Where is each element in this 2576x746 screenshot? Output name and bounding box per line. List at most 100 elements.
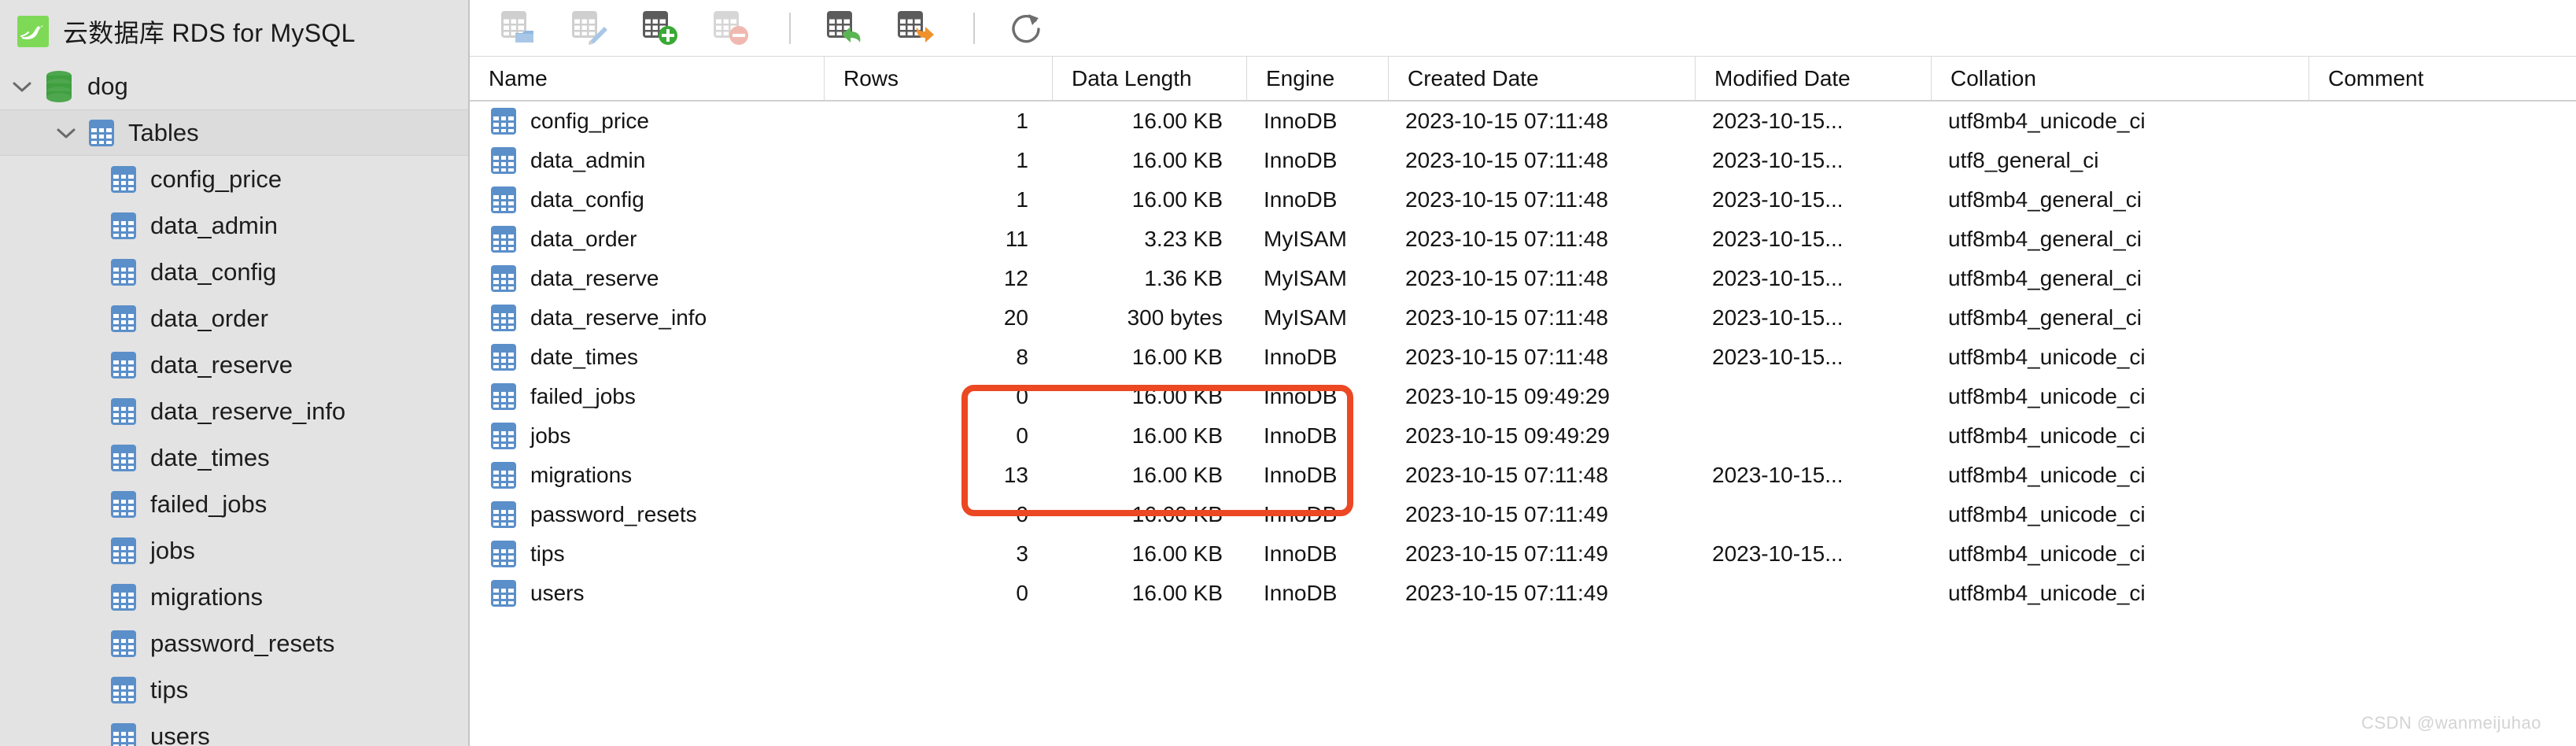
grid-column-header[interactable]: Collation [1931,56,2308,101]
cell-data-length: 16.00 KB [1131,148,1223,172]
table-name-label: migrations [530,463,633,487]
cell-data-length: 16.00 KB [1131,463,1223,487]
sidebar-item-table[interactable]: data_admin [0,202,468,249]
cell-name[interactable]: data_reserve [470,259,824,298]
table-name-label: data_reserve_info [530,305,707,330]
sidebar-item-table[interactable]: config_price [0,156,468,202]
cell-comment [2308,574,2576,613]
sidebar-item-table[interactable]: date_times [0,434,468,481]
cell-comment [2308,456,2576,495]
table-row[interactable]: failed_jobs 0 16.00 KB InnoDB 2023-10-15 09:… [470,377,2576,416]
table-name-label: config_price [530,109,649,133]
new-table-button[interactable] [627,5,690,52]
design-table-button[interactable] [556,5,619,52]
sidebar-item-table[interactable]: password_resets [0,620,468,667]
table-row[interactable]: jobs 0 16.00 KB InnoDB 2023-10-15 09:49:29 ut… [470,416,2576,456]
table-name-label: data_order [530,227,637,251]
cell-engine: MyISAM [1264,305,1347,330]
table-row[interactable]: password_resets 0 16.00 KB InnoDB 2023-10-15… [470,495,2576,534]
sidebar-table-label: users [150,722,210,746]
cell-created-date: 2023-10-15 07:11:48 [1405,109,1608,133]
sidebar-item-table[interactable]: data_order [0,295,468,342]
grid-column-header[interactable]: Data Length [1052,56,1246,101]
table-name-label: data_reserve [530,266,659,290]
refresh-button[interactable] [995,5,1058,52]
cell-name[interactable]: tips [470,534,824,574]
table-grid-icon [110,490,137,519]
cell-name[interactable]: data_reserve_info [470,298,824,338]
table-row[interactable]: tips 3 16.00 KB InnoDB 2023-10-15 07:11:49 20… [470,534,2576,574]
sidebar-item-table[interactable]: migrations [0,574,468,620]
table-grid-icon [110,258,137,286]
sidebar-item-table[interactable]: data_reserve [0,342,468,388]
table-grid-icon [490,304,517,332]
cell-rows: 3 [1016,541,1028,566]
cell-name[interactable]: password_resets [470,495,824,534]
export-wizard-button[interactable] [882,5,945,52]
grid-column-header[interactable]: Created Date [1388,56,1695,101]
sidebar-item-tables[interactable]: Tables [0,109,468,156]
table-grid-icon [110,583,137,611]
database-cylinder-icon [44,69,74,104]
chevron-down-icon[interactable] [44,127,88,139]
cell-modified-date [1695,495,1931,534]
sidebar-table-label: data_reserve [150,350,293,379]
cell-modified-date: 2023-10-15... [1712,305,1843,330]
table-row[interactable]: migrations 13 16.00 KB InnoDB 2023-10-15 07:… [470,456,2576,495]
sidebar-item-table[interactable]: users [0,713,468,746]
cell-collation: utf8mb4_general_ci [1948,227,2142,251]
table-row[interactable]: data_config 1 16.00 KB InnoDB 2023-10-15 07:… [470,180,2576,220]
cell-comment [2308,416,2576,456]
cell-engine: InnoDB [1264,187,1338,212]
import-wizard-button[interactable] [811,5,874,52]
cell-modified-date: 2023-10-15... [1712,227,1843,251]
cell-name[interactable]: jobs [470,416,824,456]
object-toolbar [470,0,2576,57]
cell-data-length: 1.36 KB [1144,266,1223,290]
sidebar-table-label: failed_jobs [150,489,268,518]
table-grid-icon [490,422,517,450]
table-grid-icon [490,540,517,568]
cell-name[interactable]: data_config [470,180,824,220]
cell-comment [2308,534,2576,574]
sidebar-item-database-dog[interactable]: dog [0,63,468,109]
grid-column-header[interactable]: Rows [824,56,1052,101]
sidebar-item-table[interactable]: data_reserve_info [0,388,468,434]
grid-column-header[interactable]: Engine [1246,56,1388,101]
cell-name[interactable]: data_admin [470,141,824,180]
cell-data-length: 16.00 KB [1131,541,1223,566]
open-table-button[interactable] [485,5,548,52]
cell-name[interactable]: migrations [470,456,824,495]
sidebar-table-label: password_resets [150,629,335,657]
cell-comment [2308,102,2576,141]
table-row[interactable]: date_times 8 16.00 KB InnoDB 2023-10-15 07:1… [470,338,2576,377]
delete-table-button[interactable] [698,5,761,52]
grid-column-header[interactable]: Name [470,56,824,101]
grid-column-header[interactable]: Modified Date [1695,56,1931,101]
chevron-down-icon[interactable] [0,80,44,93]
cell-data-length: 300 bytes [1127,305,1223,330]
cell-name[interactable]: date_times [470,338,824,377]
table-row[interactable]: data_order 11 3.23 KB MyISAM 2023-10-15 07:1… [470,220,2576,259]
sidebar-item-table[interactable]: failed_jobs [0,481,468,527]
table-name-label: jobs [530,423,571,448]
table-row[interactable]: data_reserve_info 20 300 bytes MyISAM 2023-1… [470,298,2576,338]
sidebar-item-table[interactable]: tips [0,667,468,713]
table-grid-icon [110,630,137,658]
table-row[interactable]: config_price 1 16.00 KB InnoDB 2023-10-15 07… [470,102,2576,141]
grid-column-header[interactable]: Comment [2308,56,2576,101]
sidebar-item-table[interactable]: jobs [0,527,468,574]
cell-collation: utf8mb4_unicode_ci [1948,463,2146,487]
cell-name[interactable]: config_price [470,102,824,141]
cell-data-length: 16.00 KB [1131,581,1223,605]
cell-name[interactable]: failed_jobs [470,377,824,416]
cell-data-length: 16.00 KB [1131,502,1223,526]
sidebar-item-table[interactable]: data_config [0,249,468,295]
table-row[interactable]: users 0 16.00 KB InnoDB 2023-10-15 07:11:49 u… [470,574,2576,613]
table-row[interactable]: data_admin 1 16.00 KB InnoDB 2023-10-15 07:1… [470,141,2576,180]
table-name-label: data_config [530,187,644,212]
table-row[interactable]: data_reserve 12 1.36 KB MyISAM 2023-10-15 07… [470,259,2576,298]
cell-name[interactable]: data_order [470,220,824,259]
cell-data-length: 16.00 KB [1131,423,1223,448]
cell-name[interactable]: users [470,574,824,613]
